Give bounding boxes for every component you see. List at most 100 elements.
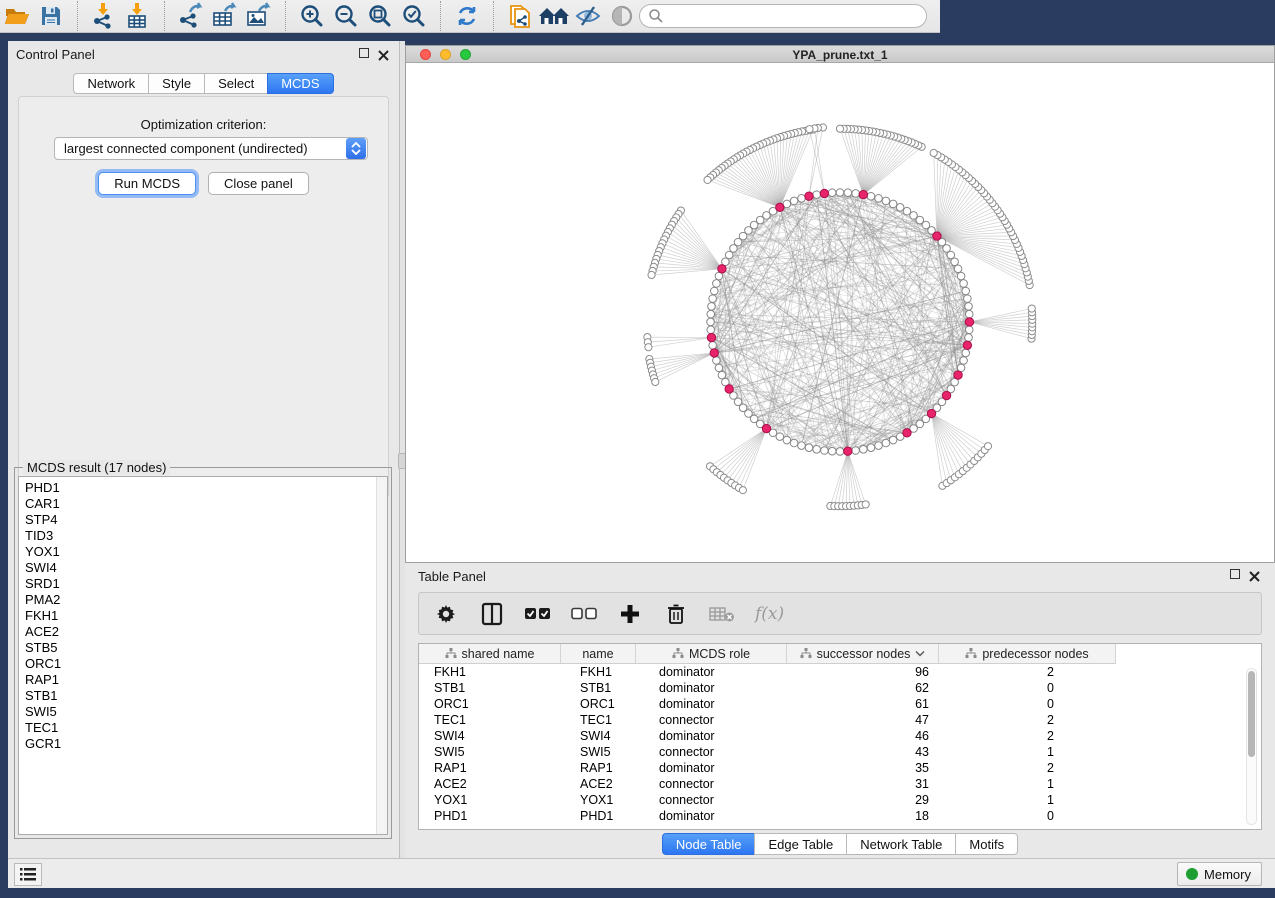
run-mcds-button[interactable]: Run MCDS: [98, 172, 196, 195]
export-table-button[interactable]: [208, 0, 242, 32]
unchecked-boxes-icon: [571, 607, 597, 621]
hide-selected-button[interactable]: [571, 0, 605, 32]
mcds-panel: Optimization criterion: largest connecte…: [18, 96, 389, 498]
export-image-button[interactable]: [242, 0, 276, 32]
memory-status-icon: [1186, 868, 1198, 880]
zoom-out-button[interactable]: [329, 0, 363, 32]
table-cell: STB1: [561, 680, 636, 696]
zoom-in-button[interactable]: [295, 0, 329, 32]
list-item[interactable]: STB5: [25, 640, 387, 656]
list-item[interactable]: ORC1: [25, 656, 387, 672]
column-header-successor-nodes[interactable]: successor nodes: [787, 644, 939, 663]
export-network-button[interactable]: [174, 0, 208, 32]
table-row[interactable]: PHD1PHD1dominator180: [419, 808, 1247, 824]
tab-select[interactable]: Select: [204, 73, 267, 94]
network-window-titlebar[interactable]: YPA_prune.txt_1: [406, 46, 1274, 63]
table-cell: ORC1: [561, 696, 636, 712]
table-row[interactable]: ORC1ORC1dominator610: [419, 696, 1247, 712]
list-item[interactable]: GCR1: [25, 736, 387, 752]
zoom-selected-button[interactable]: [397, 0, 431, 32]
close-panel-icon[interactable]: [378, 48, 390, 60]
network-canvas[interactable]: [406, 63, 1274, 562]
table-row[interactable]: ACE2ACE2connector311: [419, 776, 1247, 792]
open-folder-icon: [3, 3, 31, 29]
control-panel-tabs: NetworkStyleSelectMCDS: [8, 73, 399, 94]
table-cell: 31: [787, 776, 939, 792]
control-panel-header: Control Panel: [8, 41, 399, 67]
table-cell: 35: [787, 760, 939, 776]
list-item[interactable]: TEC1: [25, 720, 387, 736]
deselect-all-button[interactable]: [571, 601, 597, 627]
table-row[interactable]: TEC1TEC1connector472: [419, 712, 1247, 728]
save-session-button[interactable]: [34, 0, 68, 32]
table-row[interactable]: SWI5SWI5connector431: [419, 744, 1247, 760]
open-file-button[interactable]: [0, 0, 34, 32]
list-item[interactable]: SWI5: [25, 704, 387, 720]
tab-motifs[interactable]: Motifs: [955, 833, 1018, 855]
split-view-button[interactable]: [479, 601, 505, 627]
list-item[interactable]: PHD1: [25, 480, 387, 496]
list-item[interactable]: SRD1: [25, 576, 387, 592]
scrollbar-thumb[interactable]: [1248, 671, 1255, 757]
import-table-button[interactable]: [121, 0, 155, 32]
zoom-fit-button[interactable]: [363, 0, 397, 32]
table-cell: 1: [939, 792, 1116, 808]
tab-style[interactable]: Style: [148, 73, 204, 94]
tab-edge-table[interactable]: Edge Table: [754, 833, 846, 855]
table-settings-button[interactable]: [433, 601, 459, 627]
add-column-button[interactable]: [617, 601, 643, 627]
table-cell: dominator: [636, 808, 787, 824]
list-item[interactable]: STB1: [25, 688, 387, 704]
memory-button[interactable]: Memory: [1177, 862, 1262, 886]
refresh-view-button[interactable]: [450, 0, 484, 32]
task-history-button[interactable]: [14, 863, 42, 886]
tab-network[interactable]: Network: [73, 73, 148, 94]
list-item[interactable]: SWI4: [25, 560, 387, 576]
tab-mcds[interactable]: MCDS: [267, 73, 333, 94]
network-graph[interactable]: [406, 63, 1274, 562]
table-cell: connector: [636, 712, 787, 728]
table-row[interactable]: SWI4SWI4dominator462: [419, 728, 1247, 744]
table-cell: 46: [787, 728, 939, 744]
table-cell: PHD1: [561, 808, 636, 824]
table-row[interactable]: FKH1FKH1dominator962: [419, 664, 1247, 680]
list-item[interactable]: CAR1: [25, 496, 387, 512]
column-header-shared-name[interactable]: shared name: [419, 644, 561, 663]
list-item[interactable]: STP4: [25, 512, 387, 528]
show-hidden-button[interactable]: [605, 0, 639, 32]
table-row[interactable]: RAP1RAP1dominator352: [419, 760, 1247, 776]
float-panel-icon[interactable]: [359, 48, 371, 60]
node-table[interactable]: shared namenameMCDS rolesuccessor nodesp…: [418, 643, 1262, 830]
mcds-result-list[interactable]: PHD1CAR1STP4TID3YOX1SWI4SRD1PMA2FKH1ACE2…: [18, 476, 388, 835]
column-header-predecessor-nodes[interactable]: predecessor nodes: [939, 644, 1116, 663]
open-session-button[interactable]: [537, 0, 571, 32]
table-scrollbar[interactable]: [1246, 668, 1257, 825]
tab-node-table[interactable]: Node Table: [662, 833, 755, 855]
table-cell: RAP1: [419, 760, 561, 776]
search-input[interactable]: [639, 4, 927, 28]
import-network-button[interactable]: [87, 0, 121, 32]
zoom-out-icon: [333, 3, 359, 29]
list-scrollbar[interactable]: [376, 477, 387, 834]
optimization-criterion-select[interactable]: largest connected component (undirected): [54, 137, 368, 160]
export-table-icon: [211, 2, 239, 30]
column-header-name[interactable]: name: [561, 644, 636, 663]
delete-column-button[interactable]: [663, 601, 689, 627]
table-cell: 2: [939, 728, 1116, 744]
list-item[interactable]: ACE2: [25, 624, 387, 640]
column-header-MCDS-role[interactable]: MCDS role: [636, 644, 787, 663]
table-row[interactable]: YOX1YOX1connector291: [419, 792, 1247, 808]
clone-network-button[interactable]: [503, 0, 537, 32]
table-row[interactable]: STB1STB1dominator620: [419, 680, 1247, 696]
list-item[interactable]: TID3: [25, 528, 387, 544]
list-item[interactable]: YOX1: [25, 544, 387, 560]
float-panel-icon[interactable]: [1230, 569, 1242, 581]
close-panel-icon[interactable]: [1249, 569, 1261, 581]
tab-network-table[interactable]: Network Table: [846, 833, 955, 855]
select-all-button[interactable]: [525, 601, 551, 627]
list-item[interactable]: RAP1: [25, 672, 387, 688]
close-panel-button[interactable]: Close panel: [208, 172, 309, 195]
list-item[interactable]: FKH1: [25, 608, 387, 624]
list-item[interactable]: PMA2: [25, 592, 387, 608]
table-cell: 62: [787, 680, 939, 696]
